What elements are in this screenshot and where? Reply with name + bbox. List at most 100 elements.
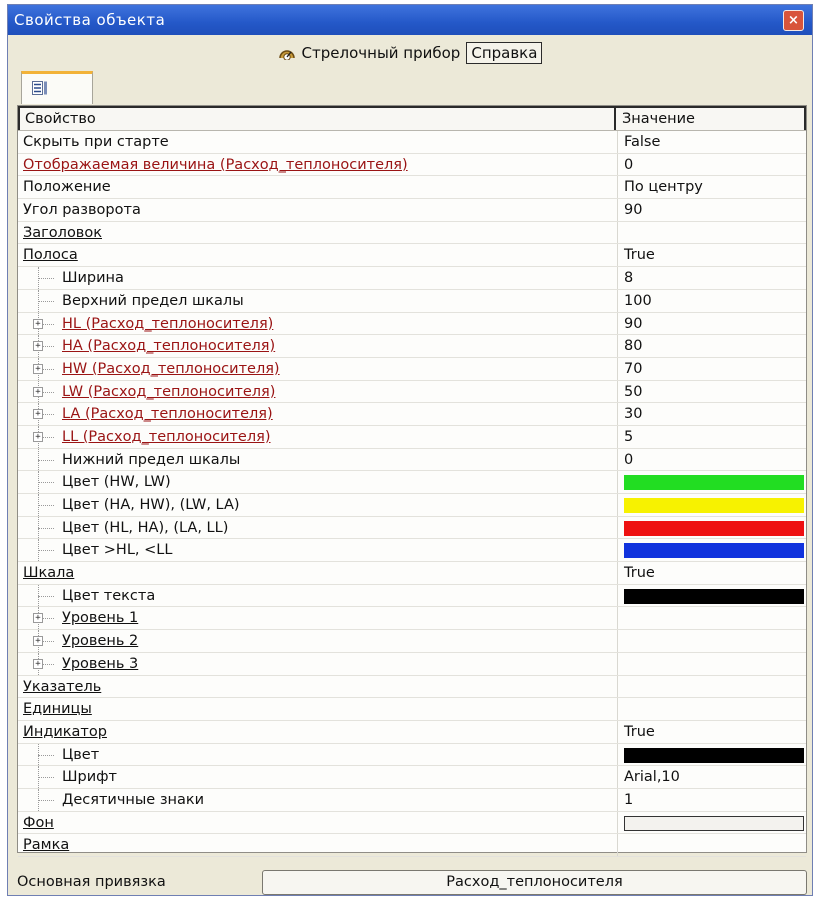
property-name-cell: + HL (Расход_теплоносителя) bbox=[18, 312, 618, 335]
property-value-cell[interactable] bbox=[618, 653, 806, 675]
property-row[interactable]: + HW (Расход_теплоносителя) 70 bbox=[18, 357, 806, 381]
expand-icon[interactable]: + bbox=[33, 431, 43, 442]
property-row[interactable]: + LW (Расход_теплоносителя) 50 bbox=[18, 380, 806, 404]
property-row[interactable]: Полоса True bbox=[18, 244, 806, 268]
property-value-cell[interactable] bbox=[618, 834, 806, 856]
property-row[interactable]: + Уровень 2 bbox=[18, 630, 806, 653]
property-row[interactable]: Фон bbox=[18, 811, 806, 835]
property-row[interactable]: Цвет (HL, HA), (LA, LL) bbox=[18, 516, 806, 540]
tab-properties[interactable] bbox=[21, 71, 93, 104]
property-label: Уровень 2 bbox=[62, 633, 139, 650]
property-row[interactable]: + HL (Расход_теплоносителя) 90 bbox=[18, 312, 806, 336]
property-value-cell[interactable] bbox=[618, 744, 806, 766]
property-value-cell[interactable]: True bbox=[618, 244, 806, 266]
property-value-cell[interactable] bbox=[618, 698, 806, 720]
property-row[interactable]: Ширина 8 bbox=[18, 267, 806, 290]
property-row[interactable]: Цвет текста bbox=[18, 584, 806, 608]
property-value-cell[interactable]: 5 bbox=[618, 426, 806, 448]
property-row[interactable]: Десятичные знаки 1 bbox=[18, 788, 806, 812]
property-row[interactable]: Шрифт Arial,10 bbox=[18, 766, 806, 789]
column-header-value[interactable]: Значение bbox=[616, 106, 806, 130]
property-row[interactable]: Цвет (HA, HW), (LW, LA) bbox=[18, 494, 806, 517]
property-value-cell[interactable]: 0 bbox=[618, 449, 806, 471]
property-row[interactable]: Цвет (HW, LW) bbox=[18, 471, 806, 494]
property-value: 5 bbox=[624, 428, 634, 445]
color-swatch[interactable] bbox=[624, 475, 804, 491]
property-row[interactable]: + LL (Расход_теплоносителя) 5 bbox=[18, 425, 806, 449]
property-row[interactable]: Цвет bbox=[18, 743, 806, 767]
property-value-cell[interactable]: 100 bbox=[618, 290, 806, 312]
expand-icon[interactable]: + bbox=[33, 318, 43, 329]
property-value-cell[interactable] bbox=[618, 585, 806, 607]
property-value-cell[interactable]: 90 bbox=[618, 199, 806, 221]
color-swatch[interactable] bbox=[624, 520, 804, 536]
color-swatch[interactable] bbox=[624, 543, 804, 559]
expand-icon[interactable]: + bbox=[33, 409, 43, 420]
property-value-cell[interactable]: 80 bbox=[618, 335, 806, 357]
property-name-cell: Цвет (HW, LW) bbox=[18, 471, 618, 493]
property-value-cell[interactable] bbox=[618, 676, 806, 698]
property-row[interactable]: Угол разворота 90 bbox=[18, 199, 806, 222]
property-row[interactable]: Скрыть при старте False bbox=[18, 131, 806, 154]
property-name-cell: Отображаемая величина (Расход_теплоносит… bbox=[18, 153, 618, 176]
property-row[interactable]: Положение По центру bbox=[18, 176, 806, 200]
property-value-cell[interactable]: 30 bbox=[618, 403, 806, 425]
color-swatch[interactable] bbox=[624, 747, 804, 763]
property-value-cell[interactable] bbox=[618, 494, 806, 516]
expand-icon[interactable]: + bbox=[33, 658, 43, 669]
property-row[interactable]: Нижний предел шкалы 0 bbox=[18, 448, 806, 472]
help-button[interactable]: Справка bbox=[466, 42, 543, 64]
property-row[interactable]: Рамка bbox=[18, 834, 806, 857]
property-value-cell[interactable]: По центру bbox=[618, 176, 806, 198]
property-row[interactable]: Отображаемая величина (Расход_теплоносит… bbox=[18, 153, 806, 177]
property-label: Отображаемая величина (Расход_теплоносит… bbox=[23, 156, 408, 173]
property-value-cell[interactable] bbox=[618, 517, 806, 539]
expand-icon[interactable]: + bbox=[33, 636, 43, 647]
color-swatch[interactable] bbox=[624, 588, 804, 604]
color-swatch[interactable] bbox=[624, 498, 804, 513]
property-value-cell[interactable]: 50 bbox=[618, 381, 806, 403]
color-swatch[interactable] bbox=[624, 815, 804, 831]
property-row[interactable]: + Уровень 3 bbox=[18, 652, 806, 676]
property-value-cell[interactable] bbox=[618, 222, 806, 244]
property-value-cell[interactable] bbox=[618, 539, 806, 561]
property-grid[interactable]: Свойство Значение Скрыть при старте False… bbox=[17, 105, 807, 857]
column-header-property[interactable]: Свойство bbox=[18, 106, 616, 130]
expand-icon[interactable]: + bbox=[33, 341, 43, 352]
property-value-cell[interactable] bbox=[618, 630, 806, 652]
property-value-cell[interactable]: 90 bbox=[618, 313, 806, 335]
property-row[interactable]: Заголовок bbox=[18, 221, 806, 245]
property-value: 100 bbox=[624, 292, 652, 309]
property-name-cell: Фон bbox=[18, 811, 618, 834]
property-value: Arial,10 bbox=[624, 769, 680, 786]
property-row[interactable]: Верхний предел шкалы 100 bbox=[18, 289, 806, 313]
property-value-cell[interactable] bbox=[618, 607, 806, 629]
property-value-cell[interactable]: False bbox=[618, 131, 806, 153]
property-value-cell[interactable]: 70 bbox=[618, 358, 806, 380]
property-row[interactable]: + Уровень 1 bbox=[18, 607, 806, 631]
expand-icon[interactable]: + bbox=[33, 363, 43, 374]
property-row[interactable]: + LA (Расход_теплоносителя) 30 bbox=[18, 403, 806, 426]
property-value-cell[interactable]: 0 bbox=[618, 154, 806, 176]
property-row[interactable]: Указатель bbox=[18, 675, 806, 699]
property-value-cell[interactable]: Arial,10 bbox=[618, 766, 806, 788]
property-value-cell[interactable] bbox=[618, 812, 806, 834]
property-value-cell[interactable]: True bbox=[618, 721, 806, 743]
property-value-cell[interactable] bbox=[618, 471, 806, 493]
expand-icon[interactable]: + bbox=[33, 613, 43, 624]
property-row[interactable]: Цвет >HL, <LL bbox=[18, 539, 806, 563]
property-name-cell: Положение bbox=[18, 176, 618, 199]
property-row[interactable]: Единицы bbox=[18, 698, 806, 721]
binding-button[interactable]: Расход_теплоносителя bbox=[262, 869, 807, 895]
property-value-cell[interactable]: True bbox=[618, 562, 806, 584]
expand-icon[interactable]: + bbox=[33, 386, 43, 397]
property-value: 1 bbox=[624, 791, 634, 808]
close-button[interactable]: × bbox=[783, 9, 804, 31]
property-name-cell: + LL (Расход_теплоносителя) bbox=[18, 425, 618, 448]
title-bar[interactable]: Свойства объекта × bbox=[8, 5, 812, 35]
property-row[interactable]: Индикатор True bbox=[18, 720, 806, 744]
property-value-cell[interactable]: 8 bbox=[618, 267, 806, 289]
property-value-cell[interactable]: 1 bbox=[618, 789, 806, 811]
property-row[interactable]: + HA (Расход_теплоносителя) 80 bbox=[18, 335, 806, 358]
property-row[interactable]: Шкала True bbox=[18, 562, 806, 585]
